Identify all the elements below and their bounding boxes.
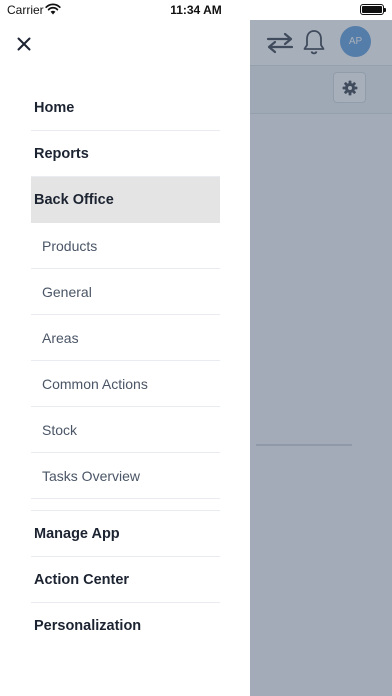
- status-bar: Carrier 11:34 AM: [0, 0, 392, 20]
- nav-item-label: Manage App: [34, 525, 120, 542]
- navigation-drawer: Home Reports Back Office Products Genera…: [0, 20, 250, 696]
- nav-subitem-label: General: [42, 283, 92, 300]
- nav-subitem-label: Products: [42, 237, 98, 254]
- nav-item-action-center[interactable]: Action Center: [31, 557, 220, 603]
- nav-section-divider: [31, 499, 220, 511]
- nav-item-reports[interactable]: Reports: [31, 131, 220, 177]
- nav-subitem-label: Common Actions: [42, 375, 148, 392]
- battery-icon: [360, 4, 386, 15]
- nav-subitem-general[interactable]: General: [31, 269, 220, 315]
- nav-item-manage-app[interactable]: Manage App: [31, 511, 220, 557]
- drawer-nav: Home Reports Back Office Products Genera…: [31, 85, 220, 649]
- nav-item-label: Reports: [34, 145, 89, 162]
- nav-subitem-label: Tasks Overview: [42, 467, 141, 484]
- nav-subitem-label: Areas: [42, 329, 79, 346]
- nav-item-home[interactable]: Home: [31, 85, 220, 131]
- close-icon: [17, 37, 31, 51]
- nav-subitem-areas[interactable]: Areas: [31, 315, 220, 361]
- nav-item-label: Personalization: [34, 618, 142, 634]
- status-time: 11:34 AM: [170, 3, 222, 17]
- nav-item-back-office[interactable]: Back Office: [31, 177, 220, 223]
- nav-item-label: Action Center: [34, 571, 130, 588]
- nav-subitem-label: Stock: [42, 421, 78, 438]
- close-button[interactable]: [12, 32, 36, 56]
- nav-subitem-tasks-overview[interactable]: Tasks Overview: [31, 453, 220, 499]
- nav-item-personalization[interactable]: Personalization: [31, 603, 220, 649]
- nav-subitem-stock[interactable]: Stock: [31, 407, 220, 453]
- nav-item-label: Back Office: [34, 191, 114, 208]
- nav-subitem-products[interactable]: Products: [31, 223, 220, 269]
- nav-subitem-common-actions[interactable]: Common Actions: [31, 361, 220, 407]
- nav-item-label: Home: [34, 99, 75, 116]
